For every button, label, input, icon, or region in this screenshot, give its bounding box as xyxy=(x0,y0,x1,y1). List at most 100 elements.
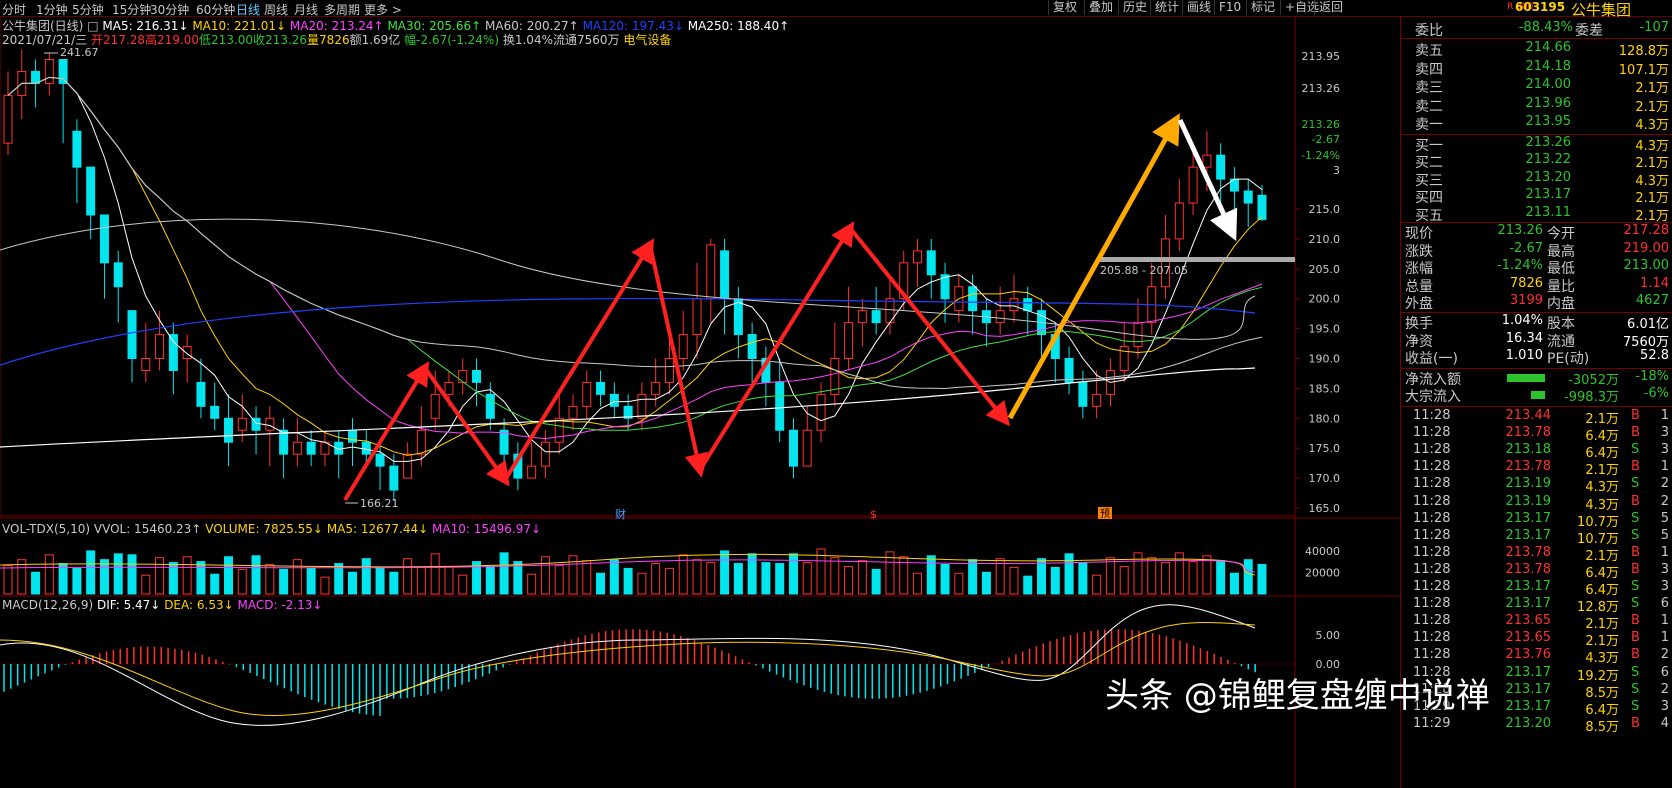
separator xyxy=(1401,38,1672,39)
period-tab-0[interactable]: 分时 xyxy=(2,1,26,18)
tick-time: 11:28 xyxy=(1413,544,1451,560)
bid-volume: 2.1万 xyxy=(1635,156,1669,172)
tick-time: 11:28 xyxy=(1413,493,1451,509)
volume-bar xyxy=(637,572,647,595)
tick-direction: B xyxy=(1631,425,1640,441)
quote-value: -2.67 xyxy=(1509,240,1543,256)
candle-body xyxy=(430,393,440,419)
tick-count: 3 xyxy=(1660,561,1669,577)
ask-price[interactable]: 213.95 xyxy=(1507,114,1572,129)
candle-body xyxy=(182,346,192,360)
candle-body xyxy=(871,310,881,324)
bid-price[interactable]: 213.17 xyxy=(1507,187,1572,202)
ask-price[interactable]: 214.00 xyxy=(1507,77,1572,92)
volume-bar xyxy=(596,572,606,595)
candle-body xyxy=(127,310,137,360)
volume-bar xyxy=(940,564,950,595)
period-tab-3[interactable]: 15分钟 xyxy=(112,1,151,18)
price-axis-label: 190.0 xyxy=(1309,353,1341,366)
candle-body xyxy=(1119,346,1129,371)
fundamental-value: 6.01亿 xyxy=(1627,317,1669,332)
candle-body xyxy=(995,310,1005,324)
stock-code[interactable]: 603195 xyxy=(1515,0,1565,14)
sector-name[interactable]: 电气设备 xyxy=(623,33,671,47)
tick-direction: B xyxy=(1631,561,1640,577)
toolbar-button-6[interactable]: 标记 xyxy=(1246,0,1279,15)
candle-body xyxy=(568,405,578,419)
bid-price[interactable]: 213.11 xyxy=(1507,205,1572,220)
period-tab-6[interactable]: 日线 xyxy=(236,1,260,18)
tick-direction: S xyxy=(1631,510,1640,526)
tick-price: 213.44 xyxy=(1505,408,1552,423)
ask-price[interactable]: 214.66 xyxy=(1507,40,1572,55)
weicha-label: 委差 xyxy=(1575,23,1603,39)
toolbar-button-0[interactable]: 复权 xyxy=(1048,0,1081,15)
dea-value: DEA: 6.53↓ xyxy=(164,598,234,612)
tick-price: 213.17 xyxy=(1505,510,1552,526)
volume-bar xyxy=(527,573,537,595)
candle-body xyxy=(72,130,82,168)
vol-indicator-title[interactable]: VOL-TDX(5,10) xyxy=(2,522,90,536)
candle-body xyxy=(113,262,123,288)
macd-indicator-title[interactable]: MACD(12,26,9) xyxy=(2,598,93,612)
volume-bar xyxy=(720,550,730,595)
price-axis-label: 213.26 xyxy=(1302,82,1341,95)
tick-count: 5 xyxy=(1660,510,1669,526)
volume-bar xyxy=(1243,559,1253,595)
volume-bar xyxy=(58,563,68,595)
period-tab-10[interactable]: 更多 > xyxy=(364,1,402,18)
volume-bar xyxy=(554,564,564,595)
volume-indicator-value: VOLUME: 7825.55↓ xyxy=(205,522,323,536)
tick-count: 5 xyxy=(1660,527,1669,543)
period-tab-7[interactable]: 周线 xyxy=(264,1,288,18)
tick-count: 1 xyxy=(1660,613,1669,629)
tick-direction: S xyxy=(1631,579,1640,594)
event-mark-dollar: $ xyxy=(870,508,877,521)
toolbar-button-2[interactable]: 历史 xyxy=(1118,0,1151,15)
candle-body xyxy=(788,429,798,467)
price-axis-label: 213.26 xyxy=(1302,118,1341,131)
volume-bar xyxy=(582,560,592,595)
ask-volume: 128.8万 xyxy=(1618,44,1669,59)
bid-price[interactable]: 213.22 xyxy=(1507,152,1572,167)
ask-price[interactable]: 213.96 xyxy=(1507,96,1572,111)
volume-bar xyxy=(141,574,151,595)
toolbar-button-8[interactable]: 返回 xyxy=(1314,0,1347,15)
toolbar-button-4[interactable]: 画线 xyxy=(1182,0,1215,15)
toolbar-button-5[interactable]: F10 xyxy=(1214,0,1245,15)
tick-price: 213.17 xyxy=(1505,579,1552,594)
bid-price[interactable]: 213.26 xyxy=(1507,135,1572,150)
tick-time: 11:28 xyxy=(1413,596,1451,612)
candle-body xyxy=(733,298,743,336)
tick-price: 213.76 xyxy=(1505,647,1552,663)
open-value: 开217.28 xyxy=(91,33,146,47)
bid-volume: 2.1万 xyxy=(1635,191,1669,207)
period-tab-5[interactable]: 60分钟 xyxy=(196,1,235,18)
volume-bar xyxy=(72,567,82,595)
toolbar-button-3[interactable]: 统计 xyxy=(1150,0,1183,15)
toolbar-button-1[interactable]: 叠加 xyxy=(1084,0,1117,15)
tick-time: 11:28 xyxy=(1413,510,1451,526)
quote-label: 内盘 xyxy=(1547,296,1575,313)
period-tab-1[interactable]: 1分钟 xyxy=(36,1,68,18)
ask-price[interactable]: 214.18 xyxy=(1507,59,1572,74)
weicha-value: -107 xyxy=(1639,20,1669,35)
period-tab-9[interactable]: 多周期 xyxy=(324,1,360,18)
volume-bar xyxy=(968,559,978,595)
zone-label: 205.88 - 207.05 xyxy=(1100,264,1188,277)
quote-value: 213.00 xyxy=(1623,258,1670,274)
low-label: 166.21 xyxy=(360,497,399,510)
stock-name[interactable]: 公牛集团 xyxy=(1571,0,1631,20)
weibi-value: -88.43% xyxy=(1518,20,1573,35)
candle-body xyxy=(458,369,468,383)
period-tab-8[interactable]: 月线 xyxy=(294,1,318,18)
event-mark-finance: 财 xyxy=(615,507,626,521)
weibi-label: 委比 xyxy=(1415,23,1443,39)
period-tab-2[interactable]: 5分钟 xyxy=(72,1,104,18)
tick-time: 11:28 xyxy=(1413,630,1451,646)
candle-body xyxy=(31,70,41,84)
period-tab-4[interactable]: 30分钟 xyxy=(150,1,189,18)
tick-price: 213.78 xyxy=(1505,459,1552,475)
volume-bar xyxy=(444,565,454,595)
bid-price[interactable]: 213.20 xyxy=(1507,170,1572,185)
